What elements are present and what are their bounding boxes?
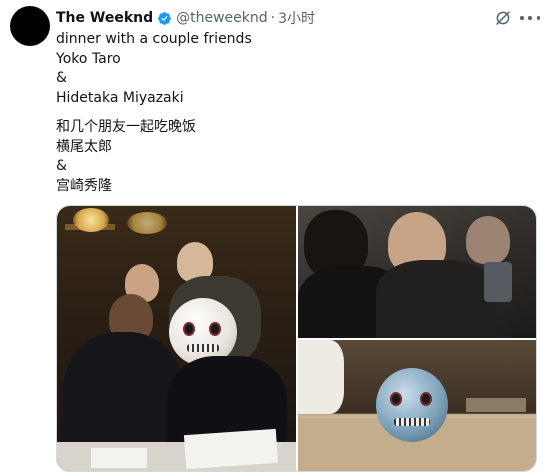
author-display-name[interactable]: The Weeknd bbox=[56, 10, 153, 26]
tweet-timestamp[interactable]: 3小时 bbox=[278, 8, 315, 28]
tweet-line: Hidetaka Miyazaki bbox=[56, 89, 184, 106]
tweet-line: 和几个朋友一起吃晚饭 bbox=[56, 119, 196, 135]
lamp bbox=[73, 208, 109, 232]
napkin bbox=[466, 398, 526, 412]
mask-eye bbox=[390, 392, 402, 406]
mask-mouth bbox=[187, 344, 219, 352]
paper bbox=[183, 428, 279, 470]
mask-eye bbox=[420, 392, 432, 406]
photo-emil-head[interactable] bbox=[298, 340, 536, 471]
more-options-icon[interactable] bbox=[520, 9, 540, 27]
tweet-line: dinner with a couple friends bbox=[56, 31, 252, 47]
tweet-text: dinner with a couple friends Yoko Taro &… bbox=[56, 30, 526, 196]
author-avatar[interactable] bbox=[10, 6, 50, 46]
tweet-line: 宫崎秀隆 bbox=[56, 177, 112, 194]
grok-icon[interactable] bbox=[494, 9, 512, 27]
lamp bbox=[127, 212, 167, 234]
tweet-line: & bbox=[56, 70, 67, 86]
paper bbox=[91, 448, 147, 468]
media-grid bbox=[56, 205, 537, 472]
author-handle[interactable]: @theweeknd bbox=[176, 10, 268, 26]
mask-mouth bbox=[394, 418, 430, 426]
photo-phone-look[interactable] bbox=[298, 206, 536, 338]
photo-dinner-group[interactable] bbox=[57, 206, 296, 471]
person-head bbox=[466, 216, 510, 264]
mask-eye bbox=[183, 322, 195, 336]
tweet-line: Yoko Taro bbox=[56, 50, 121, 67]
phone bbox=[484, 262, 512, 302]
emil-head bbox=[376, 368, 448, 442]
mask-eye bbox=[209, 322, 221, 336]
person-arm bbox=[298, 340, 344, 414]
separator-dot: · bbox=[270, 10, 276, 26]
tweet-header: The Weeknd @theweeknd · 3小时 bbox=[56, 8, 315, 28]
verified-badge-icon[interactable] bbox=[157, 11, 172, 26]
person-body bbox=[376, 260, 496, 338]
tweet-line: 横尾太郎 bbox=[56, 138, 112, 155]
tweet-line: & bbox=[56, 158, 67, 174]
